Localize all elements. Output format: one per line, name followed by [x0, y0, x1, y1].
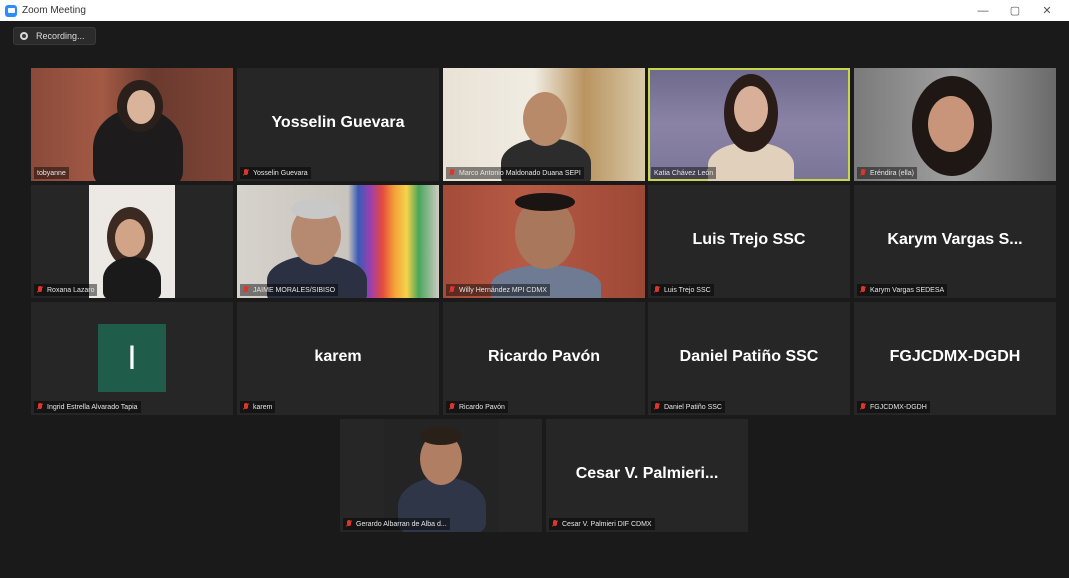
participant-hair: [420, 427, 462, 445]
muted-mic-icon: [37, 403, 43, 411]
participant-tile[interactable]: Gerardo Albarran de Alba d...: [340, 419, 542, 532]
participant-display-name: Daniel Patiño SSC: [679, 347, 819, 365]
minimize-button[interactable]: —: [967, 5, 999, 17]
muted-mic-icon: [860, 169, 866, 177]
participant-tile[interactable]: Eréndira (ella): [854, 68, 1056, 181]
participant-tile-active-speaker[interactable]: Katia Chávez León: [648, 68, 850, 181]
participant-name-label: Ingrid Estrella Alvarado Tapia: [34, 401, 141, 413]
avatar-initial: I: [127, 338, 137, 377]
participant-tile[interactable]: Ricardo Pavón Ricardo Pavón: [443, 302, 645, 415]
participant-face: [928, 96, 974, 152]
participant-tile[interactable]: JAIME MORALES/SIBISO: [237, 185, 439, 298]
participant-name-label: karem: [240, 401, 276, 413]
participant-display-name: Cesar V. Palmieri...: [575, 464, 719, 482]
participant-tile[interactable]: Marco Antonio Maldonado Duana SEPI: [443, 68, 645, 181]
maximize-button[interactable]: ▢: [999, 4, 1031, 17]
participant-tile[interactable]: FGJCDMX-DGDH FGJCDMX-DGDH: [854, 302, 1056, 415]
participant-name-label: Karym Vargas SEDESA: [857, 284, 948, 296]
avatar: I: [98, 324, 166, 392]
participant-name-label: Cesar V. Palmieri DIF CDMX: [549, 518, 655, 530]
participant-name-label: Yosselin Guevara: [240, 167, 311, 179]
participant-name-label: Katia Chávez León: [651, 167, 717, 179]
participant-display-name: Ricardo Pavón: [487, 347, 601, 365]
participant-tile[interactable]: Karym Vargas S... Karym Vargas SEDESA: [854, 185, 1056, 298]
muted-mic-icon: [860, 403, 866, 411]
participant-display-name: FGJCDMX-DGDH: [889, 347, 1021, 365]
participant-tile[interactable]: Yosselin Guevara Yosselin Guevara: [237, 68, 439, 181]
muted-mic-icon: [243, 286, 249, 294]
muted-mic-icon: [654, 286, 660, 294]
participant-face: [115, 219, 145, 257]
participant-hair: [291, 199, 341, 219]
muted-mic-icon: [552, 520, 558, 528]
participant-name-label: Daniel Patiño SSC: [651, 401, 725, 413]
participant-name-label: Roxana Lazaro: [34, 284, 98, 296]
participant-name-label: Gerardo Albarran de Alba d...: [343, 518, 450, 530]
recording-indicator[interactable]: Recording...: [13, 27, 96, 45]
participant-tile[interactable]: Willy Hernández MPI CDMX: [443, 185, 645, 298]
participant-name-label: FGJCDMX-DGDH: [857, 401, 930, 413]
participant-name-label: Willy Hernández MPI CDMX: [446, 284, 550, 296]
muted-mic-icon: [243, 403, 249, 411]
participant-body: [103, 257, 161, 298]
participant-name-label: Luis Trejo SSC: [651, 284, 714, 296]
participant-tile[interactable]: Roxana Lazaro: [31, 185, 233, 298]
participant-display-name: Karym Vargas S...: [887, 230, 1023, 248]
participant-tile[interactable]: Cesar V. Palmieri... Cesar V. Palmieri D…: [546, 419, 748, 532]
recording-label: Recording...: [36, 31, 85, 41]
muted-mic-icon: [449, 286, 455, 294]
muted-mic-icon: [346, 520, 352, 528]
muted-mic-icon: [860, 286, 866, 294]
participant-tile[interactable]: I Ingrid Estrella Alvarado Tapia: [31, 302, 233, 415]
participant-tile[interactable]: tobyanne: [31, 68, 233, 181]
close-button[interactable]: ✕: [1031, 4, 1063, 17]
participant-tile[interactable]: Luis Trejo SSC Luis Trejo SSC: [648, 185, 850, 298]
participant-face: [734, 86, 768, 132]
window-controls: — ▢ ✕: [967, 0, 1063, 21]
participant-video: [384, 419, 498, 532]
participant-display-name: Yosselin Guevara: [271, 113, 405, 131]
participant-video: [89, 185, 175, 298]
window-title: Zoom Meeting: [22, 5, 86, 16]
muted-mic-icon: [243, 169, 249, 177]
record-icon: [20, 32, 28, 40]
muted-mic-icon: [449, 403, 455, 411]
participant-name-label: Eréndira (ella): [857, 167, 917, 179]
participant-name-label: Marco Antonio Maldonado Duana SEPI: [446, 167, 584, 179]
muted-mic-icon: [37, 286, 43, 294]
participant-display-name: Luis Trejo SSC: [692, 230, 806, 248]
participant-tile[interactable]: Daniel Patiño SSC Daniel Patiño SSC: [648, 302, 850, 415]
participant-face: [127, 90, 155, 124]
participant-hair: [515, 193, 575, 211]
participant-tile[interactable]: karem karem: [237, 302, 439, 415]
participant-face: [523, 92, 567, 146]
zoom-app-icon: [5, 4, 17, 17]
participant-name-label: tobyanne: [34, 167, 69, 179]
muted-mic-icon: [449, 169, 455, 177]
window-titlebar: Zoom Meeting — ▢ ✕: [0, 0, 1069, 21]
participant-name-label: JAIME MORALES/SIBISO: [240, 284, 339, 296]
participant-display-name: karem: [314, 347, 362, 365]
meeting-gallery-view: Recording... tobyanne Yosselin Guevara Y…: [0, 21, 1069, 578]
muted-mic-icon: [654, 403, 660, 411]
participant-name-label: Ricardo Pavón: [446, 401, 508, 413]
